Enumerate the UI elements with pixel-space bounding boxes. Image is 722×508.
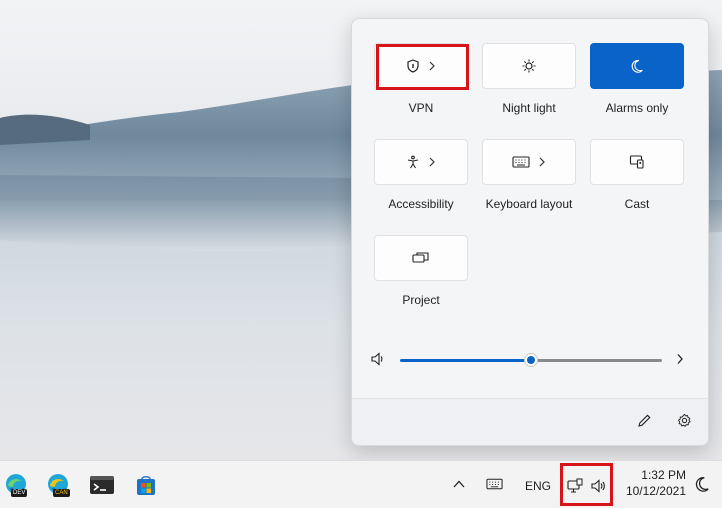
volume-icon — [590, 479, 606, 493]
store-icon — [134, 473, 158, 497]
touch-keyboard-icon[interactable] — [486, 478, 503, 490]
project-label: Project — [402, 293, 440, 307]
edge-canary-icon: CAN — [45, 472, 71, 498]
taskbar-app-store[interactable] — [132, 471, 160, 499]
taskbar-app-terminal[interactable] — [88, 471, 116, 499]
shield-icon — [406, 59, 420, 73]
quick-settings-panel: VPN Night light Alarms only Accessibilit… — [351, 18, 709, 446]
chevron-right-icon — [428, 61, 436, 71]
pencil-icon[interactable] — [637, 413, 652, 428]
speaker-icon[interactable] — [370, 352, 386, 366]
taskbar-app-edge-canary[interactable]: CAN — [44, 471, 72, 499]
moon-icon[interactable] — [694, 476, 710, 492]
cast-tile[interactable] — [590, 139, 684, 185]
alarms-only-tile[interactable] — [590, 43, 684, 89]
volume-slider-track — [535, 359, 662, 362]
moon-icon — [630, 59, 644, 73]
terminal-icon — [89, 474, 115, 496]
vpn-label: VPN — [408, 101, 434, 115]
network-volume-tray-button[interactable] — [562, 465, 612, 505]
clock-date: 10/12/2021 — [625, 484, 686, 498]
keyboard-layout-tile[interactable] — [482, 139, 576, 185]
volume-slider-thumb[interactable] — [524, 353, 538, 367]
edge-dev-badge: DEV — [11, 489, 28, 497]
accessibility-label: Accessibility — [388, 197, 454, 211]
project-icon — [412, 251, 430, 265]
quick-settings-footer — [352, 398, 708, 445]
taskbar-app-edge-dev[interactable]: DEV — [2, 471, 30, 499]
chevron-right-icon[interactable] — [676, 353, 684, 365]
clock[interactable]: 1:32 PM 10/12/2021 — [618, 467, 686, 503]
accessibility-tile[interactable] — [374, 139, 468, 185]
network-ethernet-icon — [567, 478, 583, 494]
cast-icon — [629, 154, 645, 170]
chevron-up-icon[interactable] — [452, 479, 466, 489]
keyboard-layout-label: Keyboard layout — [485, 197, 573, 211]
volume-slider-fill — [400, 359, 531, 362]
cast-label: Cast — [624, 197, 650, 211]
edge-dev-icon: DEV — [3, 472, 29, 498]
accessibility-icon — [406, 155, 420, 169]
project-tile[interactable] — [374, 235, 468, 281]
brightness-icon — [521, 58, 537, 74]
chevron-right-icon — [538, 157, 546, 167]
edge-canary-badge: CAN — [53, 489, 70, 497]
vpn-tile[interactable] — [374, 43, 468, 89]
night-light-label: Night light — [502, 101, 556, 115]
gear-icon[interactable] — [677, 413, 692, 428]
volume-slider[interactable] — [400, 349, 662, 371]
chevron-right-icon — [428, 157, 436, 167]
keyboard-icon — [512, 156, 530, 168]
language-indicator[interactable]: ENG — [525, 479, 551, 493]
clock-time: 1:32 PM — [641, 468, 686, 482]
night-light-tile[interactable] — [482, 43, 576, 89]
taskbar: DEV CAN ENG 1:32 PM 10/12/2021 — [0, 460, 722, 508]
alarms-only-label: Alarms only — [605, 101, 669, 115]
